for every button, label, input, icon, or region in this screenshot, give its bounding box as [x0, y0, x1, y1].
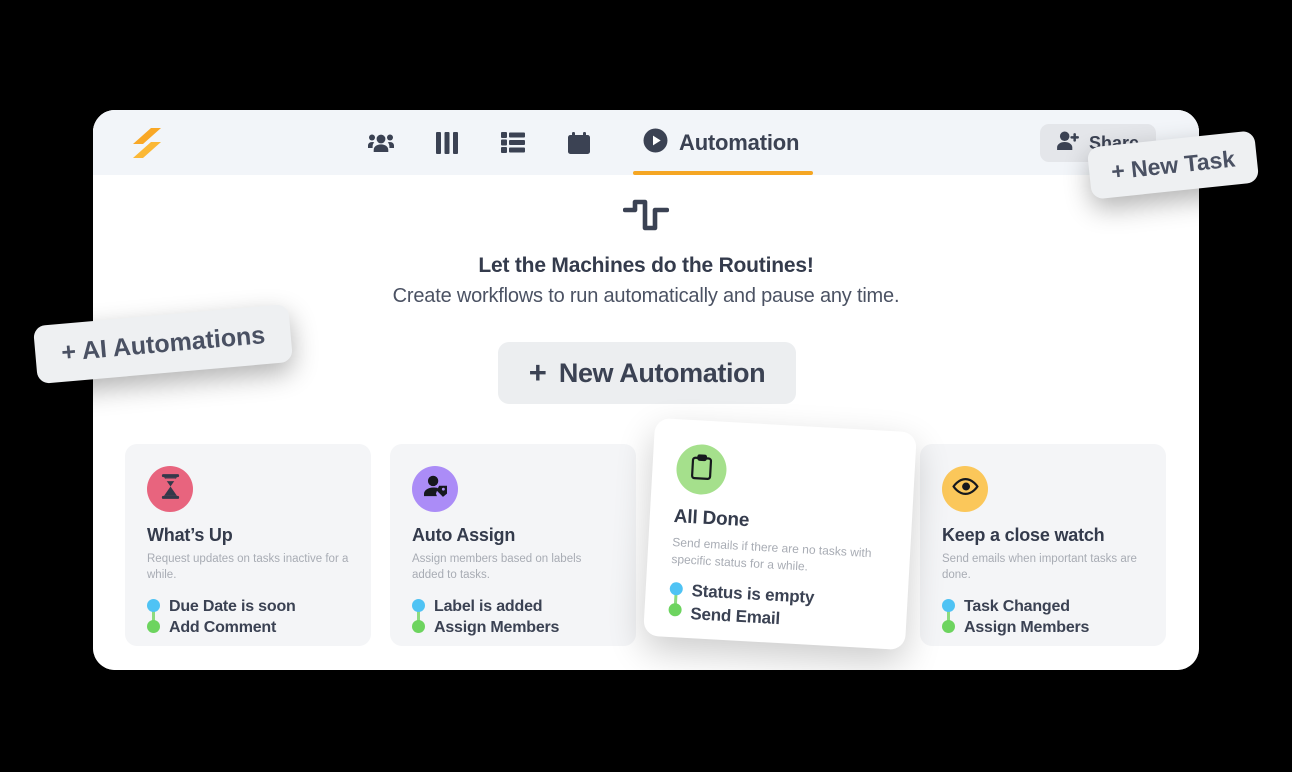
trigger-label: Label is added [434, 596, 616, 617]
hero-title: Let the Machines do the Routines! [93, 254, 1199, 278]
tab-active-underline [633, 171, 813, 175]
tab-automation[interactable]: Automation [633, 110, 813, 175]
trigger-dot [412, 599, 425, 612]
new-automation-button[interactable]: + New Automation [498, 342, 796, 404]
card-description: Send emails if there are no tasks with s… [671, 534, 889, 579]
action-dot [668, 603, 682, 617]
trigger-dot [147, 599, 160, 612]
plus-icon: + [529, 357, 547, 388]
card-steps: Status is empty Send Email [668, 579, 886, 636]
automation-templates-row: What’s Up Request updates on tasks inact… [93, 444, 1199, 654]
person-tag-icon [423, 475, 448, 503]
action-label: Assign Members [964, 617, 1146, 638]
board-icon[interactable] [427, 122, 467, 164]
clipboard-icon [690, 453, 714, 485]
hourglass-icon [160, 474, 181, 504]
automation-card-all-done[interactable]: All Done Send emails if there are no tas… [643, 418, 917, 650]
trigger-dot [942, 599, 955, 612]
card-icon-background [147, 466, 193, 512]
card-description: Send emails when important tasks are don… [942, 552, 1146, 584]
tab-automation-label: Automation [679, 130, 799, 156]
card-title: Auto Assign [412, 525, 616, 546]
card-icon-background [942, 466, 988, 512]
new-automation-label: New Automation [559, 358, 765, 389]
card-steps: Task Changed Assign Members [942, 596, 1146, 638]
card-description: Assign members based on labels added to … [412, 552, 616, 584]
trigger-label: Due Date is soon [169, 596, 351, 617]
square-wave-icon [623, 198, 669, 232]
card-steps: Due Date is soon Add Comment [147, 596, 351, 638]
app-window: Automation Share [93, 110, 1199, 670]
trigger-label: Task Changed [964, 596, 1146, 617]
automation-card-auto-assign[interactable]: Auto Assign Assign members based on labe… [390, 444, 636, 646]
play-circle-icon [643, 128, 668, 158]
card-icon-background [675, 443, 728, 496]
action-dot [412, 620, 425, 633]
app-header: Automation Share [93, 110, 1199, 175]
eye-icon [952, 478, 979, 500]
window-content: Automation Share [93, 110, 1199, 670]
card-description: Request updates on tasks inactive for a … [147, 552, 351, 584]
team-icon[interactable] [361, 122, 401, 164]
automation-card-keep-a-close-watch[interactable]: Keep a close watch Send emails when impo… [920, 444, 1166, 646]
card-title: What’s Up [147, 525, 351, 546]
action-label: Add Comment [169, 617, 351, 638]
action-dot [942, 620, 955, 633]
hero-section: Let the Machines do the Routines! Create… [93, 198, 1199, 308]
action-dot [147, 620, 160, 633]
lightning-s-logo-icon [131, 126, 163, 160]
automation-card-whats-up[interactable]: What’s Up Request updates on tasks inact… [125, 444, 371, 646]
trigger-dot [669, 582, 683, 596]
card-icon-background [412, 466, 458, 512]
nav-tabs: Automation [361, 110, 813, 175]
list-icon[interactable] [493, 122, 533, 164]
action-label: Assign Members [434, 617, 616, 638]
card-title: Keep a close watch [942, 525, 1146, 546]
person-add-icon [1057, 131, 1080, 155]
calendar-icon[interactable] [559, 122, 599, 164]
hero-subtitle: Create workflows to run automatically an… [93, 285, 1199, 308]
card-steps: Label is added Assign Members [412, 596, 616, 638]
